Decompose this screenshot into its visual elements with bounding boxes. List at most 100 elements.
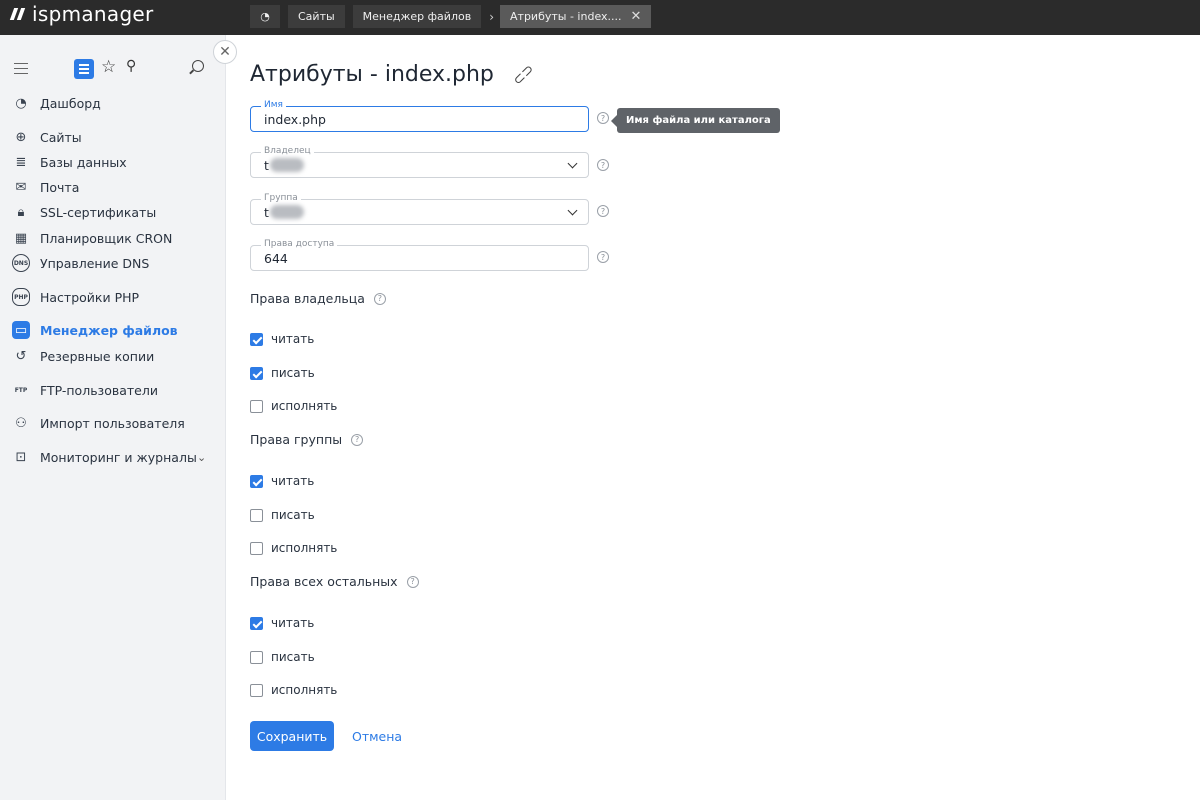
access-rights-field[interactable]: Права доступа 644 xyxy=(250,239,589,271)
group-select-label: Группа xyxy=(261,193,301,203)
checkbox[interactable] xyxy=(250,474,263,488)
dashboard-icon: ◔ xyxy=(15,95,27,111)
group-rights-heading: Права группы ? xyxy=(250,432,364,447)
sidebar: ☆ ⚲ ◔ Дашборд ⊕ Сайты ≣ Базы данных ✉ По… xyxy=(0,35,226,800)
breadcrumb-dashboard-button[interactable]: ◔ xyxy=(250,5,280,28)
checkbox[interactable] xyxy=(250,541,263,555)
sidebar-item-monitoring[interactable]: ⊡ Мониторинг и журналы ⌄ xyxy=(12,447,207,467)
checkbox-label: писать xyxy=(271,366,315,380)
page-title: Атрибуты - index.php ⊂⊃ xyxy=(250,61,538,89)
other-execute-checkbox[interactable]: исполнять xyxy=(250,682,337,698)
cancel-link[interactable]: Отмена xyxy=(352,729,402,744)
sidebar-item-dashboard[interactable]: ◔ Дашборд xyxy=(12,93,101,113)
other-rights-label: Права всех остальных xyxy=(250,574,398,589)
folder-icon: ▭ xyxy=(12,321,30,339)
sidebar-item-label: Мониторинг и журналы xyxy=(40,449,197,465)
globe-icon: ⊕ xyxy=(15,129,27,145)
group-execute-checkbox[interactable]: исполнять xyxy=(250,540,337,556)
sidebar-item-databases[interactable]: ≣ Базы данных xyxy=(12,152,127,172)
sidebar-item-php[interactable]: PHP Настройки PHP xyxy=(12,287,139,307)
sidebar-item-mail[interactable]: ✉ Почта xyxy=(12,177,80,197)
help-icon[interactable]: ? xyxy=(351,433,364,446)
owner-select[interactable]: Владелец t xyxy=(250,146,589,178)
other-rights-heading: Права всех остальных ? xyxy=(250,574,419,589)
chevron-down-icon[interactable]: ⌄ xyxy=(197,451,206,464)
checkbox[interactable] xyxy=(250,650,263,664)
chevron-down-icon[interactable] xyxy=(567,205,578,216)
checkbox[interactable] xyxy=(250,399,263,413)
checkbox[interactable] xyxy=(250,683,263,697)
checkbox-label: писать xyxy=(271,650,315,664)
chevron-down-icon[interactable] xyxy=(567,158,578,169)
sidebar-item-ssl[interactable]: 🔒︎ SSL-сертификаты xyxy=(12,202,157,222)
group-rights-label: Права группы xyxy=(250,432,343,447)
sidebar-item-sites[interactable]: ⊕ Сайты xyxy=(12,127,82,147)
dns-icon: DNS xyxy=(12,254,30,272)
sidebar-item-backups[interactable]: ↺ Резервные копии xyxy=(12,346,155,366)
breadcrumb-sites[interactable]: Сайты xyxy=(288,5,345,28)
help-icon[interactable]: ? xyxy=(373,292,386,305)
name-tooltip: Имя файла или каталога xyxy=(611,108,780,133)
checkbox[interactable] xyxy=(250,332,263,346)
pin-icon[interactable]: ⚲ xyxy=(126,58,136,74)
group-write-checkbox[interactable]: писать xyxy=(250,507,315,523)
php-icon: PHP xyxy=(12,288,30,306)
breadcrumb-file-manager[interactable]: Менеджер файлов xyxy=(352,5,482,28)
other-write-checkbox[interactable]: писать xyxy=(250,649,315,665)
help-icon[interactable]: ? xyxy=(597,251,609,263)
breadcrumb-attributes[interactable]: Атрибуты - index.... ✕ xyxy=(500,5,652,28)
close-tab-icon[interactable]: ✕ xyxy=(631,9,642,24)
help-icon[interactable]: ? xyxy=(406,575,419,588)
help-icon[interactable]: ? xyxy=(597,112,609,124)
logo[interactable]: ispmanager xyxy=(9,2,154,26)
logo-mark-icon xyxy=(9,7,28,21)
ftp-icon: FTP xyxy=(14,386,28,394)
dashboard-icon: ◔ xyxy=(260,10,270,23)
owner-write-checkbox[interactable]: писать xyxy=(250,365,315,381)
owner-execute-checkbox[interactable]: исполнять xyxy=(250,398,337,414)
sidebar-item-label: Резервные копии xyxy=(40,348,155,364)
redacted-value xyxy=(270,205,304,219)
breadcrumb-file-manager-label: Менеджер файлов xyxy=(362,10,472,23)
sidebar-item-dns[interactable]: DNS Управление DNS xyxy=(12,253,149,273)
checkbox[interactable] xyxy=(250,366,263,380)
chevron-right-icon: › xyxy=(489,9,495,24)
checkbox-label: исполнять xyxy=(271,541,338,555)
sidebar-item-label: Дашборд xyxy=(40,95,101,111)
sidebar-item-ftp[interactable]: FTP FTP-пользователи xyxy=(12,380,158,400)
search-icon[interactable] xyxy=(192,60,204,72)
sidebar-item-user-import[interactable]: ⚇ Импорт пользователя xyxy=(12,413,185,433)
group-select-value: t xyxy=(264,205,269,220)
main-content: Атрибуты - index.php ⊂⊃ Имя index.php ? … xyxy=(226,35,1200,800)
logo-text: ispmanager xyxy=(32,2,154,26)
name-field-value[interactable]: index.php xyxy=(264,112,326,127)
database-icon: ≣ xyxy=(15,154,27,170)
other-read-checkbox[interactable]: читать xyxy=(250,615,314,631)
checkbox-label: читать xyxy=(271,332,315,346)
sidebar-item-file-manager[interactable]: ▭ Менеджер файлов xyxy=(12,320,178,340)
sidebar-item-label: FTP-пользователи xyxy=(40,382,158,398)
owner-select-value: t xyxy=(264,158,269,173)
access-rights-value[interactable]: 644 xyxy=(264,251,288,266)
name-field[interactable]: Имя index.php xyxy=(250,100,589,132)
star-icon[interactable]: ☆ xyxy=(101,57,116,77)
help-icon[interactable]: ? xyxy=(597,205,609,217)
group-select[interactable]: Группа t xyxy=(250,193,589,225)
owner-read-checkbox[interactable]: читать xyxy=(250,331,314,347)
owner-rights-heading: Права владельца ? xyxy=(250,291,386,306)
menu-icon[interactable] xyxy=(14,63,28,74)
list-view-icon[interactable] xyxy=(74,59,94,79)
calendar-icon: ▦ xyxy=(14,230,28,246)
top-bar: ispmanager ◔ Сайты Менеджер файлов › Атр… xyxy=(0,0,1200,35)
checkbox-label: читать xyxy=(271,616,315,630)
checkbox[interactable] xyxy=(250,616,263,630)
access-rights-label: Права доступа xyxy=(261,239,338,249)
sidebar-item-cron[interactable]: ▦ Планировщик CRON xyxy=(12,228,172,248)
sidebar-toolbar: ☆ ⚲ xyxy=(12,57,212,81)
owner-rights-label: Права владельца xyxy=(250,291,365,306)
link-icon[interactable]: ⊂⊃ xyxy=(510,61,538,89)
help-icon[interactable]: ? xyxy=(597,159,609,171)
checkbox[interactable] xyxy=(250,508,263,522)
group-read-checkbox[interactable]: читать xyxy=(250,473,314,489)
save-button[interactable]: Сохранить xyxy=(250,721,334,751)
